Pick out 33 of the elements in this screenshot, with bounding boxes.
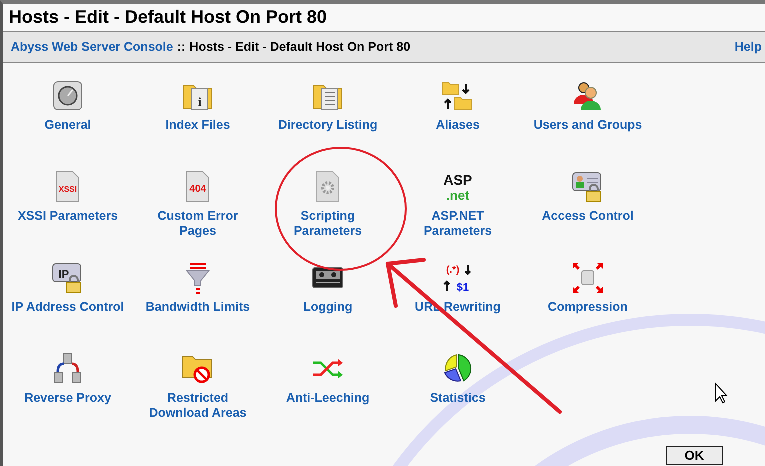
category-link[interactable]: Compression — [548, 262, 628, 315]
server-tree-icon — [52, 353, 84, 385]
mouse-cursor-icon — [716, 382, 728, 404]
category-link[interactable]: Access Control — [542, 171, 634, 224]
category-link[interactable]: Bandwidth Limits — [146, 262, 250, 315]
category-link[interactable]: Anti-Leeching — [286, 353, 370, 406]
category-link[interactable]: Aliases — [436, 80, 480, 133]
category-link[interactable]: Reverse Proxy — [24, 353, 112, 406]
aspnet-logo-icon: ASP .net — [442, 171, 474, 203]
gauge-icon — [52, 80, 84, 112]
pie-chart-icon — [442, 353, 474, 385]
breadcrumb-current: Hosts - Edit - Default Host On Port 80 — [190, 40, 411, 54]
category-link[interactable]: Scripting Parameters — [270, 171, 386, 239]
category-link[interactable]: IP IP Address Control — [12, 262, 124, 315]
category-link[interactable]: Users and Groups — [534, 80, 642, 133]
compress-icon — [572, 262, 604, 294]
category-link[interactable]: General — [44, 80, 92, 133]
window-title: Hosts - Edit - Default Host On Port 80 — [9, 7, 328, 28]
folders-swap-icon — [442, 80, 474, 112]
category-link[interactable]: XSSI XSSI Parameters — [18, 171, 118, 224]
category-link[interactable]: Statistics — [430, 353, 486, 406]
id-card-lock-icon — [572, 171, 604, 203]
category-link[interactable]: Restricted Download Areas — [140, 353, 256, 421]
category-link[interactable]: i Index Files — [166, 80, 230, 133]
category-link[interactable]: ASP .net ASP.NET Parameters — [400, 171, 516, 239]
category-link[interactable]: Logging — [303, 262, 353, 315]
category-link[interactable]: 404 Custom Error Pages — [140, 171, 256, 239]
breadcrumb-separator: :: — [177, 40, 186, 54]
ok-button[interactable]: OK — [666, 446, 723, 465]
users-icon — [572, 80, 604, 112]
category-link[interactable]: Directory Listing — [278, 80, 378, 133]
console-link[interactable]: Abyss Web Server Console — [11, 40, 174, 54]
help-link[interactable]: Help — [734, 40, 762, 54]
